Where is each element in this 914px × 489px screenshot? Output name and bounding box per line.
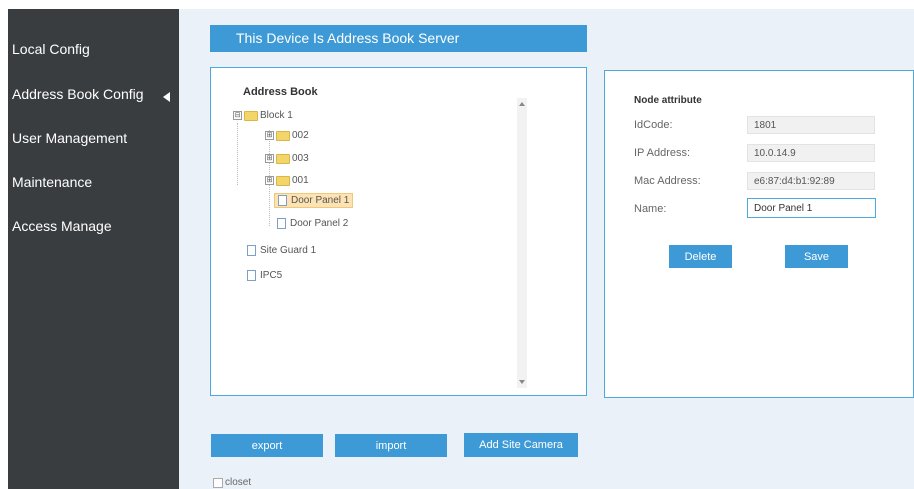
tree-node-label: Site Guard 1 [260, 245, 317, 256]
expand-icon[interactable]: ⊞ [265, 154, 274, 163]
closet-option[interactable]: closet [213, 477, 251, 488]
tree-node-site-guard-1[interactable]: Site Guard 1 [247, 245, 316, 256]
tree-node-001[interactable]: ⊞ 001 [265, 175, 309, 186]
tree-node-label: IPC5 [260, 270, 283, 281]
tree-node-label: 002 [292, 130, 309, 141]
scroll-up-icon[interactable] [519, 102, 525, 106]
tree-node-label: Door Panel 2 [290, 218, 349, 229]
tree-node-label: 003 [292, 153, 309, 164]
sidebar-item-local-config[interactable]: Local Config [12, 41, 90, 57]
collapse-icon[interactable]: ⊟ [233, 111, 242, 120]
tree-guide-line [237, 123, 238, 185]
delete-button[interactable]: Delete [669, 245, 732, 268]
tree-node-label: Block 1 [260, 110, 293, 121]
mac-address-field: e6:87:d4:b1:92:89 [747, 172, 875, 190]
sidebar-item-maintenance[interactable]: Maintenance [12, 174, 92, 190]
tree-node-door-panel-2[interactable]: Door Panel 2 [277, 218, 348, 229]
idcode-field: 1801 [747, 116, 875, 134]
import-button[interactable]: import [335, 434, 447, 457]
folder-icon [244, 110, 258, 121]
tree-node-002[interactable]: ⊞ 002 [265, 130, 309, 141]
node-attribute-panel: Node attribute IdCode: 1801 IP Address: … [604, 70, 914, 398]
scroll-down-icon[interactable] [519, 380, 525, 384]
address-book-panel: Address Book ⊟ Block 1 ⊞ 002 ⊞ 003 ⊞ 001… [210, 67, 587, 396]
document-icon [277, 218, 286, 229]
folder-icon [276, 153, 290, 164]
ip-address-field: 10.0.14.9 [747, 144, 875, 162]
folder-icon [276, 130, 290, 141]
idcode-label: IdCode: [634, 119, 673, 131]
document-icon [247, 245, 256, 256]
sidebar-item-access-manage[interactable]: Access Manage [12, 218, 112, 234]
name-input[interactable] [747, 198, 876, 218]
tree-node-label: 001 [292, 175, 309, 186]
address-book-title: Address Book [243, 86, 318, 98]
closet-label: closet [225, 477, 252, 488]
document-icon [278, 195, 287, 206]
export-button[interactable]: export [211, 434, 323, 457]
save-button[interactable]: Save [785, 245, 848, 268]
tree-scrollbar[interactable] [517, 98, 527, 388]
folder-icon [276, 175, 290, 186]
mac-address-label: Mac Address: [634, 175, 701, 187]
tree-node-003[interactable]: ⊞ 003 [265, 153, 309, 164]
tree-node-ipc5[interactable]: IPC5 [247, 270, 282, 281]
active-indicator-icon [163, 92, 170, 102]
expand-icon[interactable]: ⊞ [265, 131, 274, 140]
sidebar-item-address-book-config[interactable]: Address Book Config [12, 86, 144, 102]
address-book-server-banner: This Device Is Address Book Server [210, 25, 587, 52]
document-icon [247, 270, 256, 281]
sidebar [8, 9, 179, 489]
node-attribute-title: Node attribute [634, 95, 702, 106]
tree-node-label: Door Panel 1 [291, 195, 350, 206]
closet-checkbox[interactable] [213, 477, 223, 488]
ip-address-label: IP Address: [634, 147, 691, 159]
name-label: Name: [634, 203, 667, 215]
sidebar-item-user-management[interactable]: User Management [12, 130, 127, 146]
tree-node-block-1[interactable]: ⊟ Block 1 [233, 110, 293, 121]
expand-icon[interactable]: ⊞ [265, 176, 274, 185]
tree-node-door-panel-1[interactable]: Door Panel 1 [274, 193, 354, 208]
add-site-camera-button[interactable]: Add Site Camera [464, 433, 578, 457]
